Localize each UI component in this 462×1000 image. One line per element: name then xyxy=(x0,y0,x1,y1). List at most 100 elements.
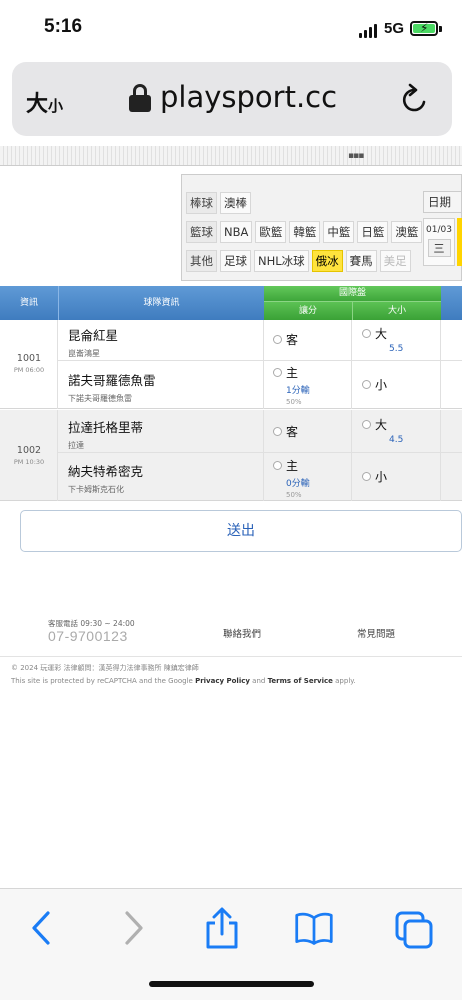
signal-icon xyxy=(359,24,377,38)
league-category-basketball: 籃球 xyxy=(186,221,217,243)
lock-icon xyxy=(129,84,151,112)
game-number: 1001 xyxy=(16,353,42,364)
league-chip-khl-selected[interactable]: 俄冰 xyxy=(311,250,343,272)
radio-icon[interactable] xyxy=(273,368,282,377)
network-label: 5G xyxy=(384,20,405,37)
radio-icon[interactable] xyxy=(362,380,371,389)
away-team: 昆侖紅星 崑崙鴻星 xyxy=(68,325,118,359)
handicap-percent: 50% xyxy=(286,491,302,499)
league-chip-euro-basketball[interactable]: 歐籃 xyxy=(255,221,287,243)
radio-icon[interactable] xyxy=(362,472,371,481)
over-option[interactable]: 大 4.5 xyxy=(362,416,403,445)
radio-icon[interactable] xyxy=(273,461,282,470)
recaptcha-prefix: This site is protected by reCAPTCHA and … xyxy=(11,677,196,685)
league-chip-aus-basketball[interactable]: 澳籃 xyxy=(391,221,423,243)
league-chip-nhl[interactable]: NHL冰球 xyxy=(254,250,309,272)
away-handicap-option[interactable]: 客 xyxy=(273,423,298,440)
copyright-text: © 2024 玩運彩 法律顧問：漢英得力法律事務所 陳鎮宏律師 xyxy=(11,664,199,672)
game-id: 1002 PM 10:30 xyxy=(0,445,58,466)
recaptcha-and: and xyxy=(249,677,268,685)
under-option[interactable]: 小 xyxy=(362,376,387,393)
away-team-alias: 拉達 xyxy=(68,441,84,450)
under-option[interactable]: 小 xyxy=(362,468,387,485)
over-label: 大 xyxy=(375,327,388,341)
contact-link[interactable]: 聯絡我們 xyxy=(223,626,261,640)
league-chip-nfl-disabled: 美足 xyxy=(379,250,411,272)
terms-link[interactable]: Terms of Service xyxy=(268,677,333,685)
radio-icon[interactable] xyxy=(362,329,371,338)
recaptcha-notice: This site is protected by reCAPTCHA and … xyxy=(11,677,356,685)
game-number: 1002 xyxy=(16,445,42,456)
address-bar[interactable]: 大小 playsport.cc xyxy=(12,62,452,136)
over-label: 大 xyxy=(375,418,388,432)
over-option[interactable]: 大 5.5 xyxy=(362,325,403,354)
total-line: 5.5 xyxy=(389,344,404,354)
league-chip-aus-baseball[interactable]: 澳棒 xyxy=(220,192,251,214)
handicap-line: 0分輸 xyxy=(286,479,310,489)
league-chip-horse-racing[interactable]: 賽馬 xyxy=(345,250,377,272)
game-time: PM 10:30 xyxy=(13,458,45,466)
under-label: 小 xyxy=(375,378,388,392)
handicap-line: 1分輸 xyxy=(286,386,310,396)
resize-strip xyxy=(0,146,462,166)
league-selector: 棒球 澳棒 籃球 NBA 歐籃 韓籃 中籃 日籃 澳籃 其他 足球 NHL冰球 … xyxy=(181,174,462,281)
tabs-icon[interactable] xyxy=(394,907,434,949)
back-icon[interactable] xyxy=(22,907,62,949)
away-team: 拉達托格里蒂 拉達 xyxy=(68,417,143,451)
submit-button[interactable]: 送出 xyxy=(20,510,462,552)
league-row-basketball: 籃球 NBA 歐籃 韓籃 中籃 日籃 澳籃 xyxy=(186,221,423,243)
home-team: 諾夫哥羅德魚雷 下諾夫哥羅德魚雷 xyxy=(68,370,156,404)
away-pick-label: 客 xyxy=(286,333,299,347)
home-handicap-option[interactable]: 主 1分輸 50% xyxy=(273,364,310,406)
bookmarks-icon[interactable] xyxy=(294,907,334,949)
league-chip-china-basketball[interactable]: 中籃 xyxy=(323,221,355,243)
text-size-big: 大 xyxy=(26,92,49,117)
url-text[interactable]: playsport.cc xyxy=(160,80,337,114)
share-icon[interactable] xyxy=(202,907,242,949)
home-team: 納夫特希密克 下卡姆斯克石化 xyxy=(68,461,143,495)
radio-icon[interactable] xyxy=(362,420,371,429)
home-pick-label: 主 xyxy=(286,366,299,380)
drag-handle-icon[interactable]: ▪▪▪ xyxy=(348,151,364,161)
home-handicap-option[interactable]: 主 0分輸 50% xyxy=(273,457,310,499)
league-category-other: 其他 xyxy=(186,250,217,272)
home-indicator xyxy=(149,981,314,987)
recaptcha-suffix: apply. xyxy=(332,677,356,685)
faq-link[interactable]: 常見問題 xyxy=(357,626,395,640)
service-phone[interactable]: 07-9700123 xyxy=(48,628,128,644)
league-category-baseball: 棒球 xyxy=(186,192,217,214)
league-chip-soccer[interactable]: 足球 xyxy=(220,250,251,272)
home-team-alias: 下諾夫哥羅德魚雷 xyxy=(68,394,132,403)
game-id: 1001 PM 06:00 xyxy=(0,353,58,374)
league-chip-korea-basketball[interactable]: 韓籃 xyxy=(289,221,321,243)
footer-divider xyxy=(0,656,462,657)
away-handicap-option[interactable]: 客 xyxy=(273,331,298,348)
header-more xyxy=(441,286,462,320)
game-row: 1002 PM 10:30 拉達托格里蒂 拉達 納夫特希密克 下卡姆斯克石化 客… xyxy=(0,410,462,501)
next-date-tab[interactable] xyxy=(457,218,462,266)
home-team-name: 諾夫哥羅德魚雷 xyxy=(68,373,156,388)
battery-icon: ⚡ xyxy=(410,21,442,36)
date-tab[interactable]: 01/03 三 xyxy=(423,218,455,266)
league-chip-japan-basketball[interactable]: 日籃 xyxy=(357,221,389,243)
status-time: 5:16 xyxy=(44,16,83,37)
under-label: 小 xyxy=(375,470,388,484)
radio-icon[interactable] xyxy=(273,427,282,436)
away-team-name: 拉達托格里蒂 xyxy=(68,420,144,435)
reload-icon[interactable] xyxy=(400,82,430,116)
league-row-baseball: 棒球 澳棒 xyxy=(186,192,251,214)
home-team-alias: 下卡姆斯克石化 xyxy=(68,485,124,494)
header-info: 資訊 xyxy=(0,286,58,320)
league-chip-nba[interactable]: NBA xyxy=(220,221,253,243)
text-size-button[interactable]: 大小 xyxy=(26,86,63,118)
radio-icon[interactable] xyxy=(273,335,282,344)
home-pick-label: 主 xyxy=(286,459,299,473)
away-pick-label: 客 xyxy=(286,425,299,439)
status-bar: 5:16 5G ⚡ xyxy=(0,0,462,58)
privacy-link[interactable]: Privacy Policy xyxy=(195,677,250,685)
text-size-small: 小 xyxy=(48,97,64,115)
game-row: 1001 PM 06:00 昆侖紅星 崑崙鴻星 諾夫哥羅德魚雷 下諾夫哥羅德魚雷… xyxy=(0,320,462,409)
home-team-name: 納夫特希密克 xyxy=(68,464,144,479)
header-teams: 球隊資訊 xyxy=(58,286,264,320)
handicap-percent: 50% xyxy=(286,398,302,406)
